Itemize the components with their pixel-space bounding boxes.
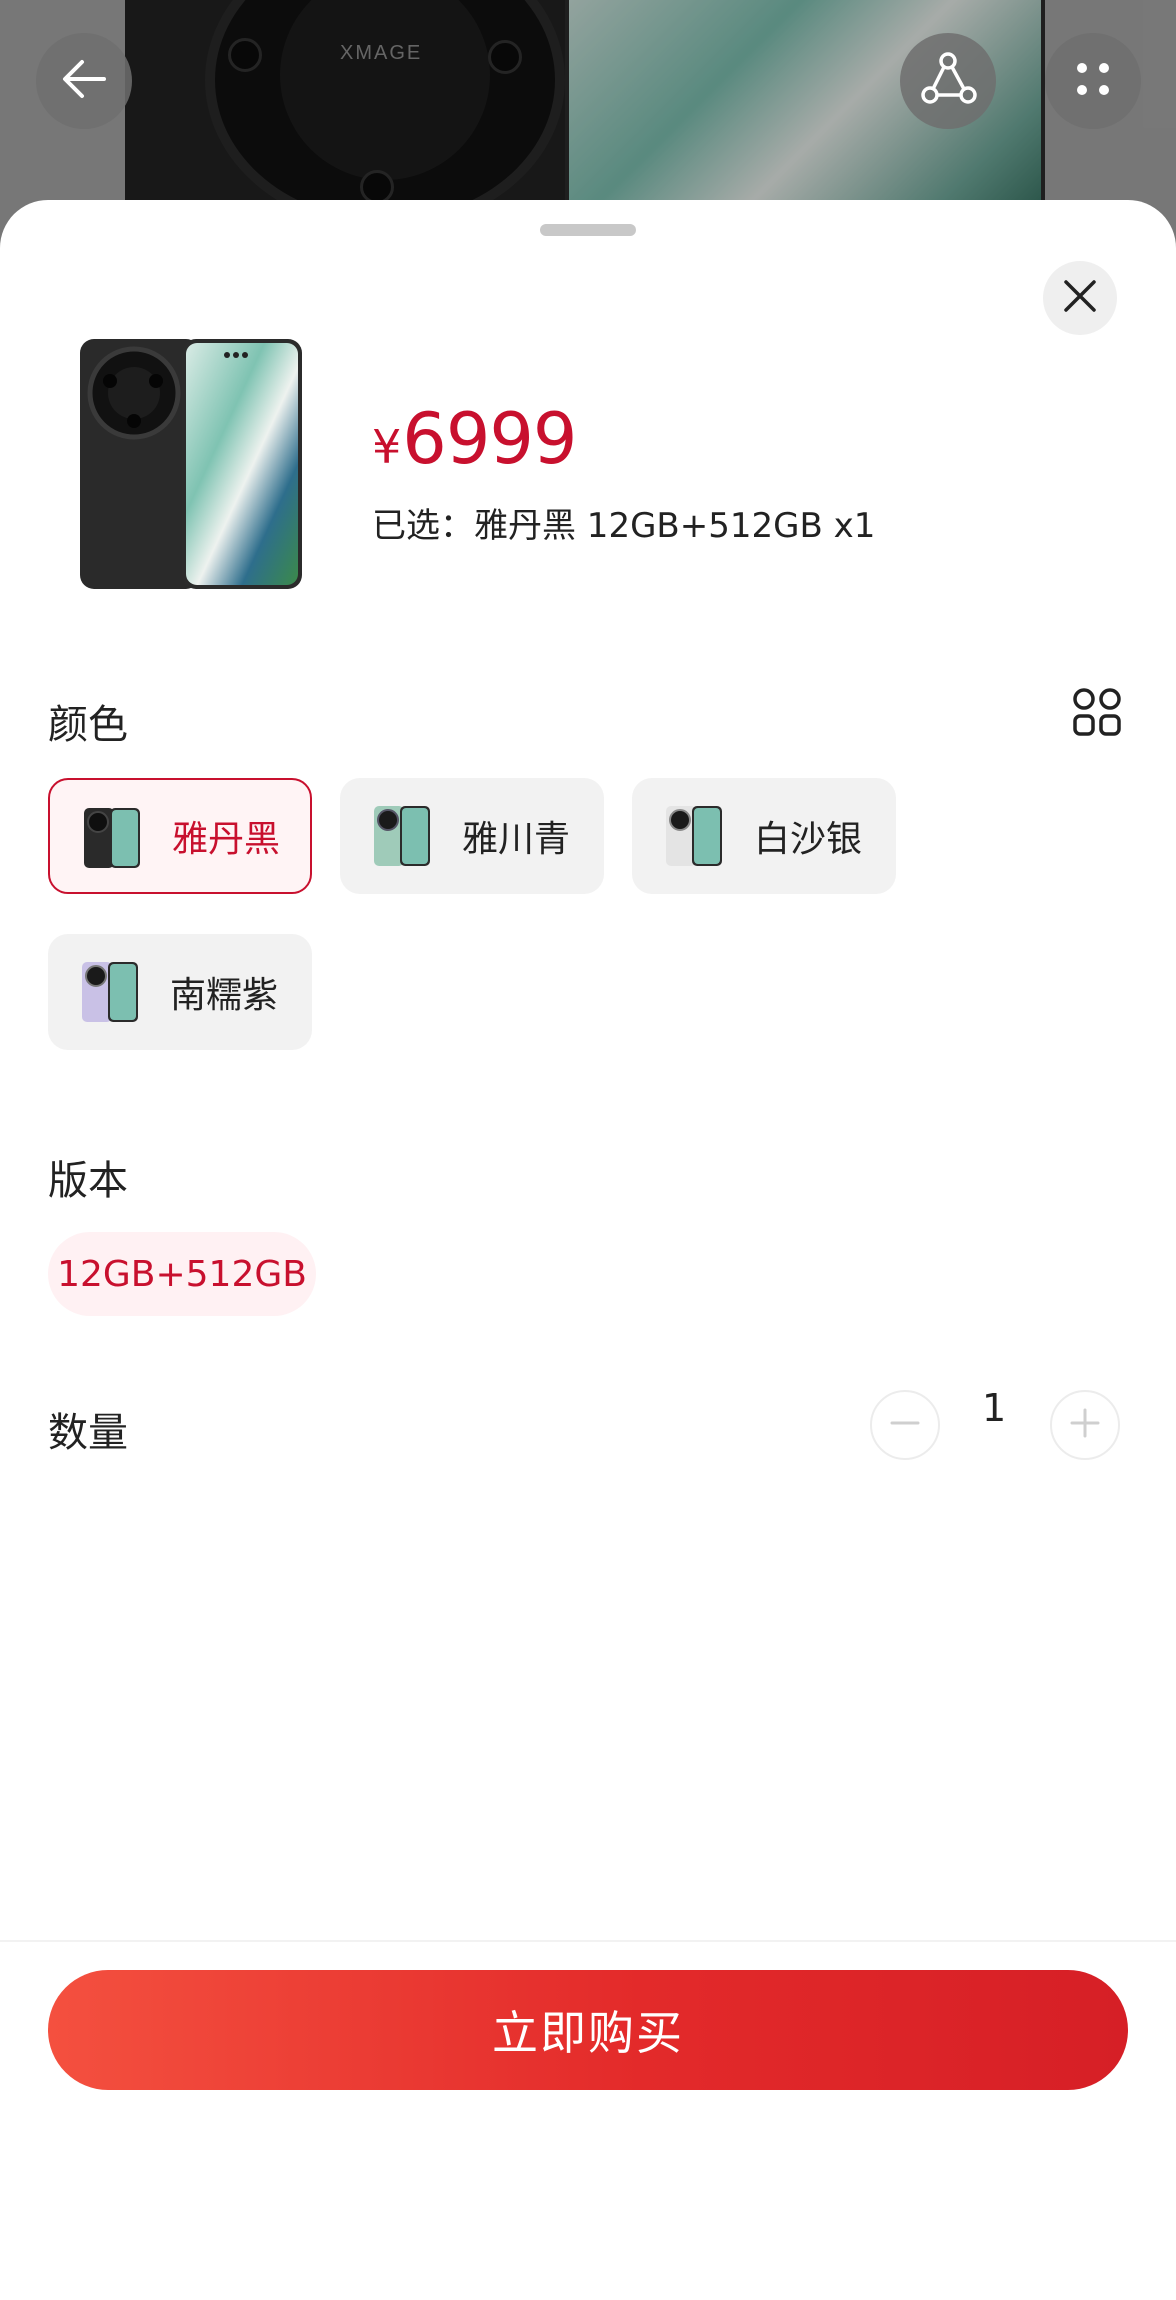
- more-dots-icon: [1068, 54, 1118, 108]
- version-option-label: 12GB+512GB: [57, 1253, 307, 1295]
- quantity-value: 1: [982, 1386, 1007, 1430]
- selected-summary: 已选：雅丹黑 12GB+512GB x1: [372, 506, 876, 546]
- color-swatch-thumbnail: [372, 804, 432, 868]
- plus-icon: [1068, 1406, 1102, 1444]
- back-button[interactable]: [36, 33, 132, 129]
- sheet-drag-handle[interactable]: [540, 224, 636, 236]
- color-option-label: 雅川青: [462, 819, 571, 860]
- quantity-section-title: 数量: [48, 1410, 128, 1456]
- color-option-nan-nuo-purple[interactable]: 南糯紫: [48, 934, 312, 1050]
- product-price: ¥6999: [372, 398, 577, 480]
- share-icon: [918, 49, 978, 113]
- color-section-title: 颜色: [48, 702, 128, 748]
- grid-view-icon: [1072, 688, 1122, 741]
- color-swatch-thumbnail: [664, 804, 724, 868]
- color-option-ya-dan-black[interactable]: 雅丹黑: [48, 778, 312, 894]
- footer-divider: [0, 1940, 1176, 1942]
- version-option-12gb-512gb[interactable]: 12GB+512GB: [48, 1232, 316, 1316]
- share-button[interactable]: [900, 33, 996, 129]
- close-icon: [1060, 276, 1100, 320]
- product-thumbnail: [72, 335, 312, 595]
- quantity-increase-button[interactable]: [1050, 1390, 1120, 1460]
- color-option-label: 白沙银: [754, 819, 863, 860]
- minus-icon: [888, 1406, 922, 1444]
- color-option-bai-sha-silver[interactable]: 白沙银: [632, 778, 896, 894]
- color-swatch-thumbnail: [80, 960, 140, 1024]
- quantity-decrease-button[interactable]: [870, 1390, 940, 1460]
- buy-now-label: 立即购买: [492, 2006, 684, 2060]
- color-option-label: 雅丹黑: [172, 819, 281, 860]
- price-value: 6999: [402, 398, 577, 480]
- color-swatch-thumbnail: [82, 806, 142, 870]
- grid-view-button[interactable]: [1072, 687, 1122, 737]
- close-button[interactable]: [1043, 261, 1117, 335]
- more-button[interactable]: [1045, 33, 1141, 129]
- color-option-label: 南糯紫: [170, 975, 279, 1016]
- version-section-title: 版本: [48, 1158, 128, 1204]
- arrow-left-icon: [56, 51, 112, 111]
- buy-now-button[interactable]: 立即购买: [48, 1970, 1128, 2090]
- currency-symbol: ¥: [372, 420, 401, 474]
- color-option-ya-chuan-green[interactable]: 雅川青: [340, 778, 604, 894]
